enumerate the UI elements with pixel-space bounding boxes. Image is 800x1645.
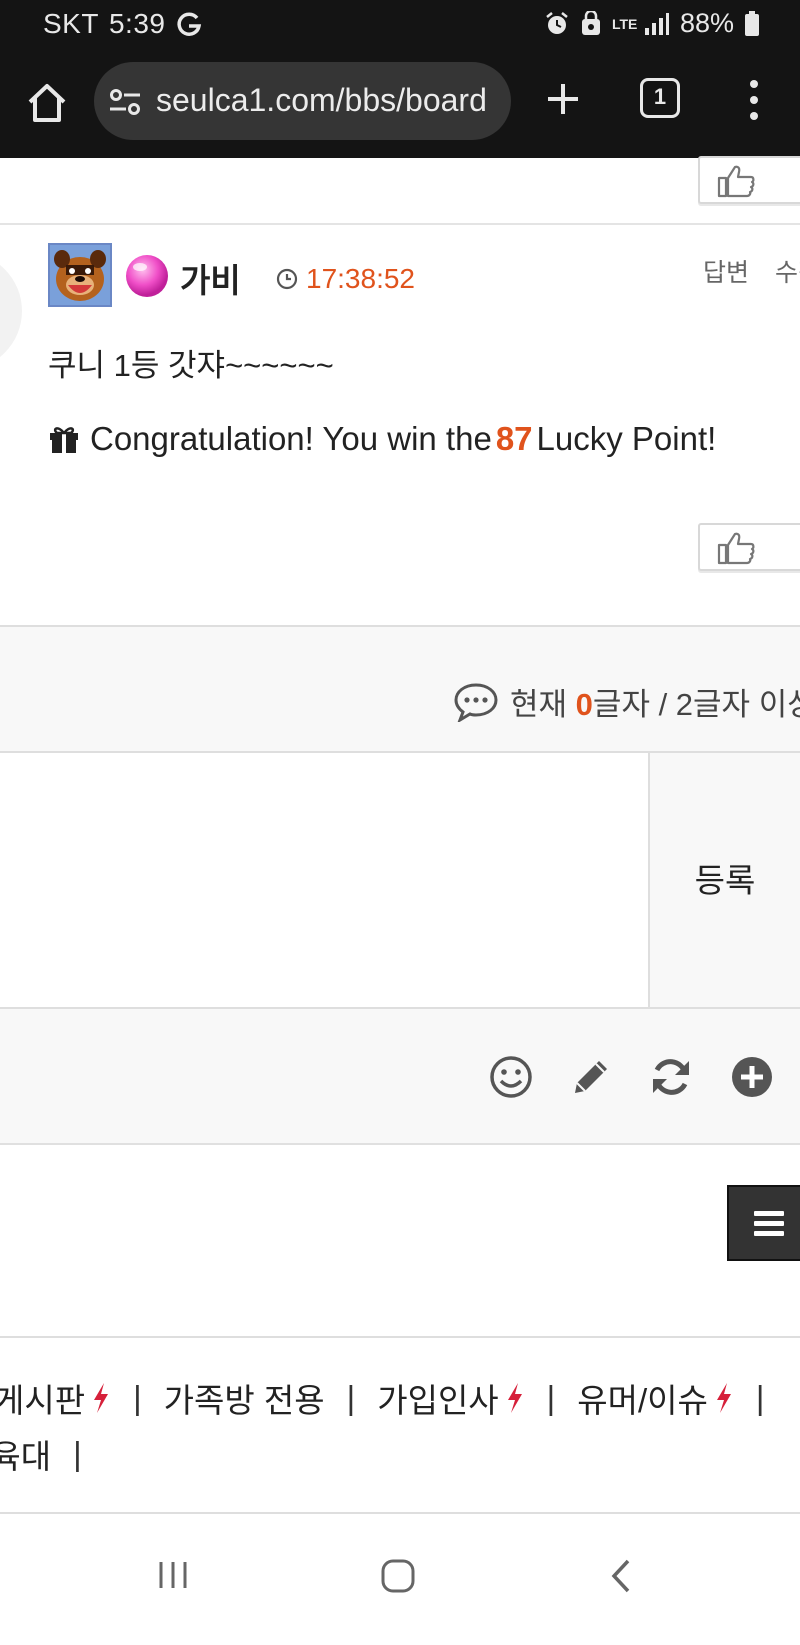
browser-toolbar: seulca1.com/bbs/board 1 xyxy=(0,48,800,158)
carrier-label: SKT xyxy=(43,8,99,39)
gift-icon xyxy=(50,427,78,453)
nav-link-board[interactable]: 게시판 xyxy=(0,1374,85,1422)
battery-icon xyxy=(745,10,759,36)
counter-suffix: 글자 / 2글자 이상 xyxy=(592,687,800,722)
recent-apps-icon[interactable] xyxy=(156,1558,190,1592)
signal-icon xyxy=(644,12,669,35)
edit-link[interactable]: 수정 xyxy=(775,259,800,287)
char-counter-bar: 현재 0글자 / 2글자 이상 xyxy=(0,625,800,753)
refresh-icon[interactable] xyxy=(649,1055,693,1099)
plus-circle-icon[interactable] xyxy=(730,1055,774,1099)
site-settings-icon[interactable] xyxy=(108,87,142,117)
nav-separator: | xyxy=(133,1379,142,1416)
pencil-icon[interactable] xyxy=(569,1055,613,1099)
clock-icon xyxy=(276,268,298,290)
address-bar[interactable]: seulca1.com/bbs/board xyxy=(94,62,511,140)
alarm-icon xyxy=(546,11,568,34)
nav-separator: | xyxy=(755,1379,765,1416)
hot-bolt-icon xyxy=(507,1383,522,1413)
hamburger-menu-button[interactable] xyxy=(727,1185,800,1261)
google-g-icon xyxy=(177,12,202,36)
comment-body: 쿠니 1등 갓쟈~~~~~~ xyxy=(48,348,334,383)
speech-bubble-icon xyxy=(454,682,498,722)
comment-textarea[interactable] xyxy=(0,753,650,1009)
lock-bag-icon xyxy=(581,10,600,35)
char-counter: 현재 0글자 / 2글자 이상 xyxy=(452,679,800,724)
url-text[interactable]: seulca1.com/bbs/board xyxy=(156,82,496,119)
avatar[interactable] xyxy=(48,243,112,307)
back-icon[interactable] xyxy=(606,1558,636,1594)
home-nav-icon[interactable] xyxy=(380,1558,416,1594)
more-menu-icon[interactable] xyxy=(737,74,771,126)
nav-separator: | xyxy=(73,1435,82,1472)
hot-bolt-icon xyxy=(716,1383,731,1413)
reply-indicator xyxy=(0,252,22,370)
hamburger-icon xyxy=(754,1211,784,1241)
like-button[interactable] xyxy=(698,523,800,571)
nav-separator: | xyxy=(546,1379,556,1416)
status-left: SKT 5:39 xyxy=(43,8,203,40)
lucky-prefix: Congratulation! You win the xyxy=(90,420,492,457)
counter-current: 0 xyxy=(575,687,593,722)
battery-percent-label: 88% xyxy=(679,8,734,38)
comment-time-text: 17:38:52 xyxy=(306,263,415,294)
thumbs-up-icon xyxy=(717,532,755,565)
nav-link-greetings[interactable]: 가입인사 xyxy=(377,1374,498,1422)
comment-author[interactable]: 가비 xyxy=(180,254,241,302)
tab-switcher-button[interactable]: 1 xyxy=(640,78,680,118)
status-bar: SKT 5:39 LTE 88% xyxy=(0,0,800,48)
home-icon[interactable] xyxy=(22,78,72,128)
counter-prefix: 현재 xyxy=(510,687,568,722)
dog-avatar-icon xyxy=(50,245,110,305)
comment-time: 17:38:52 xyxy=(276,263,415,295)
nav-link-education[interactable]: 교육대 xyxy=(0,1430,51,1478)
lucky-point-message: Congratulation! You win the 87 Lucky Poi… xyxy=(48,420,716,458)
clock-label: 5:39 xyxy=(108,8,166,39)
network-type-label: LTE xyxy=(611,15,638,32)
smiley-icon[interactable] xyxy=(489,1055,533,1099)
thumbs-up-icon xyxy=(717,165,755,198)
like-button-previous[interactable] xyxy=(698,156,800,204)
comment-divider xyxy=(0,223,800,225)
status-right: LTE 88% xyxy=(544,8,760,39)
nav-link-humor[interactable]: 유머/이슈 xyxy=(577,1374,708,1422)
submit-button[interactable]: 등록 xyxy=(648,753,800,1009)
member-level-candy-icon xyxy=(126,255,168,297)
comment-actions: 답변 수정 xyxy=(703,253,800,289)
footer-nav-row-2: 교육대 | xyxy=(0,1430,104,1478)
footer-nav: 게시판 | 가족방 전용 | 가입인사 | 유머/이슈 | 교육대 | xyxy=(0,1336,800,1514)
nav-separator: | xyxy=(346,1379,356,1416)
reply-link[interactable]: 답변 xyxy=(703,259,749,287)
lucky-suffix: Lucky Point! xyxy=(536,420,717,457)
new-tab-icon[interactable] xyxy=(538,74,588,124)
hot-bolt-icon xyxy=(94,1383,109,1413)
lucky-points: 87 xyxy=(495,420,533,457)
footer-nav-row-1: 게시판 | 가족방 전용 | 가입인사 | 유머/이슈 | xyxy=(0,1374,786,1422)
system-nav-bar xyxy=(0,1514,800,1645)
nav-link-family-room[interactable]: 가족방 전용 xyxy=(164,1374,325,1422)
editor-toolbar xyxy=(0,1009,800,1145)
